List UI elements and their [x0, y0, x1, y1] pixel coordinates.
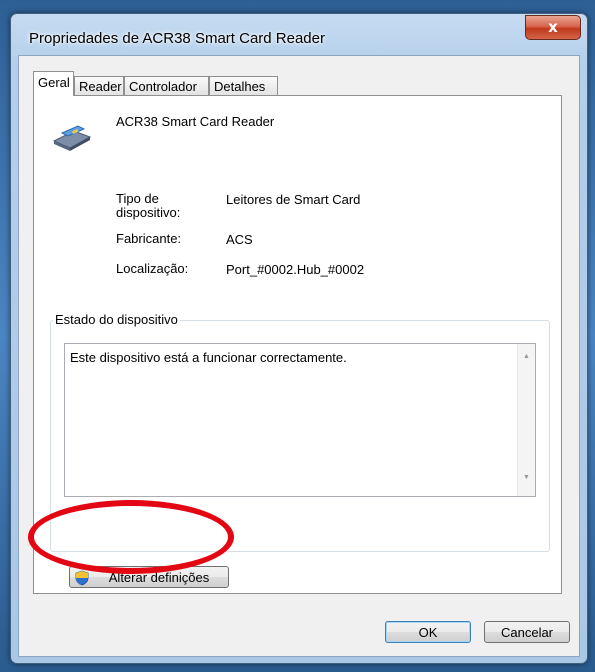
location-label: Localização:	[116, 261, 189, 276]
tab-geral[interactable]: Geral	[33, 71, 74, 96]
device-type-value: Leitores de Smart Card	[226, 192, 361, 207]
cancel-button[interactable]: Cancelar	[484, 621, 570, 643]
uac-shield-icon	[74, 570, 90, 593]
location-value: Port_#0002.Hub_#0002	[226, 262, 365, 277]
manufacturer-label: Fabricante:	[116, 231, 182, 246]
device-type-label: Tipo de dispositivo:	[116, 191, 181, 220]
tab-detalhes[interactable]: Detalhes	[209, 76, 278, 95]
highlight-circle-annotation	[28, 500, 234, 574]
status-scrollbar[interactable]: ▲ ▼	[517, 344, 535, 496]
tab-reader[interactable]: Reader	[74, 76, 124, 95]
device-status-title: Estado do dispositivo	[53, 312, 180, 327]
device-status-textbox[interactable]: Este dispositivo está a funcionar correc…	[64, 343, 536, 497]
window-title: Propriedades de ACR38 Smart Card Reader	[29, 30, 325, 47]
tab-controlador[interactable]: Controlador	[124, 76, 209, 95]
device-name: ACR38 Smart Card Reader	[116, 114, 275, 129]
ok-button[interactable]: OK	[385, 621, 471, 643]
scroll-up-icon[interactable]: ▲	[523, 353, 530, 360]
scroll-down-icon[interactable]: ▼	[523, 474, 530, 481]
smart-card-reader-icon	[52, 123, 92, 154]
manufacturer-value: ACS	[226, 232, 253, 247]
close-button[interactable]: x	[525, 15, 581, 40]
device-status-text: Este dispositivo está a funcionar correc…	[70, 350, 347, 365]
